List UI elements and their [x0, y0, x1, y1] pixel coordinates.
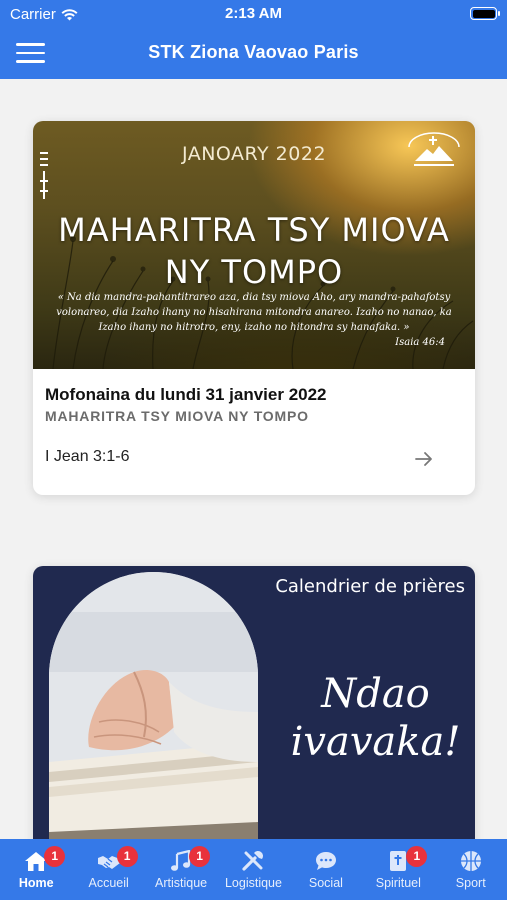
- status-time: 2:13 AM: [225, 5, 282, 22]
- battery-icon: [470, 7, 500, 20]
- tab-home[interactable]: 1 Home: [0, 839, 72, 900]
- notification-badge: 1: [44, 846, 66, 867]
- tab-label: Spirituel: [375, 876, 421, 890]
- tab-label: Home: [18, 876, 54, 890]
- devotional-card-body: Mofonaina du lundi 31 janvier 2022 MAHAR…: [33, 369, 475, 472]
- devotional-title: Mofonaina du lundi 31 janvier 2022: [45, 385, 327, 404]
- image-headline: MAHARITRA TSY MIOVA NY TOMPO: [33, 209, 475, 293]
- devotional-card[interactable]: JANOARY 2022 MAHARITRA TSY MIOVA NY TOMP…: [33, 121, 475, 495]
- notification-badge: 1: [189, 846, 211, 867]
- prayer-call-text: Ndao ivavaka!: [290, 671, 461, 765]
- image-headline-text: MAHARITRA TSY MIOVA NY TOMPO: [58, 211, 450, 291]
- tab-label: Logistique: [224, 876, 282, 890]
- tab-spirituel[interactable]: 1 Spirituel: [362, 839, 434, 900]
- image-quote-reference: Isaia 46:4: [395, 337, 445, 348]
- notification-badge: 1: [406, 846, 428, 867]
- image-date-banner: JANOARY 2022: [181, 143, 327, 165]
- praying-hands-image: [49, 572, 258, 839]
- tab-sport[interactable]: Sport: [435, 839, 507, 900]
- page-title: STK Ziona Vaovao Paris: [148, 42, 359, 62]
- tab-social[interactable]: Social: [290, 839, 362, 900]
- tab-artistique[interactable]: 1 Artistique: [145, 839, 217, 900]
- devotional-reference-row[interactable]: I Jean 3:1-6: [45, 448, 463, 472]
- top-bar: Carrier 2:13 AM STK Ziona Vaovao Paris: [0, 0, 507, 79]
- tab-bar: 1 Home 1 Accueil 1 Artistique Logistique: [0, 839, 507, 900]
- devotional-image: JANOARY 2022 MAHARITRA TSY MIOVA NY TOMP…: [33, 121, 475, 369]
- prayer-calendar-card[interactable]: Calendrier de prières Ndao ivavaka!: [33, 566, 475, 839]
- tab-label: Social: [308, 876, 343, 890]
- tab-label: Accueil: [88, 876, 129, 890]
- prayer-calendar-label: Calendrier de prières: [275, 576, 465, 597]
- status-bar: Carrier 2:13 AM: [0, 0, 507, 28]
- tab-logistique[interactable]: Logistique: [217, 839, 289, 900]
- chat-bubble-icon: [315, 852, 336, 870]
- arrow-right-icon[interactable]: [415, 451, 433, 467]
- tools-icon: [242, 851, 264, 871]
- feed[interactable]: JANOARY 2022 MAHARITRA TSY MIOVA NY TOMP…: [0, 79, 507, 839]
- notification-badge: 1: [116, 846, 138, 867]
- tab-accueil[interactable]: 1 Accueil: [72, 839, 144, 900]
- tab-label: Sport: [455, 876, 486, 890]
- devotional-subtitle: MAHARITRA TSY MIOVA NY TOMPO: [45, 408, 309, 424]
- praying-hands-illustration: [49, 572, 258, 839]
- basketball-icon: [460, 851, 481, 871]
- devotional-reference: I Jean 3:1-6: [45, 448, 130, 465]
- image-quote-text: « Na dia mandra-pahantitrareo aza, dia t…: [56, 292, 452, 333]
- image-quote: « Na dia mandra-pahantitrareo aza, dia t…: [43, 290, 465, 350]
- tab-label: Artistique: [155, 876, 208, 890]
